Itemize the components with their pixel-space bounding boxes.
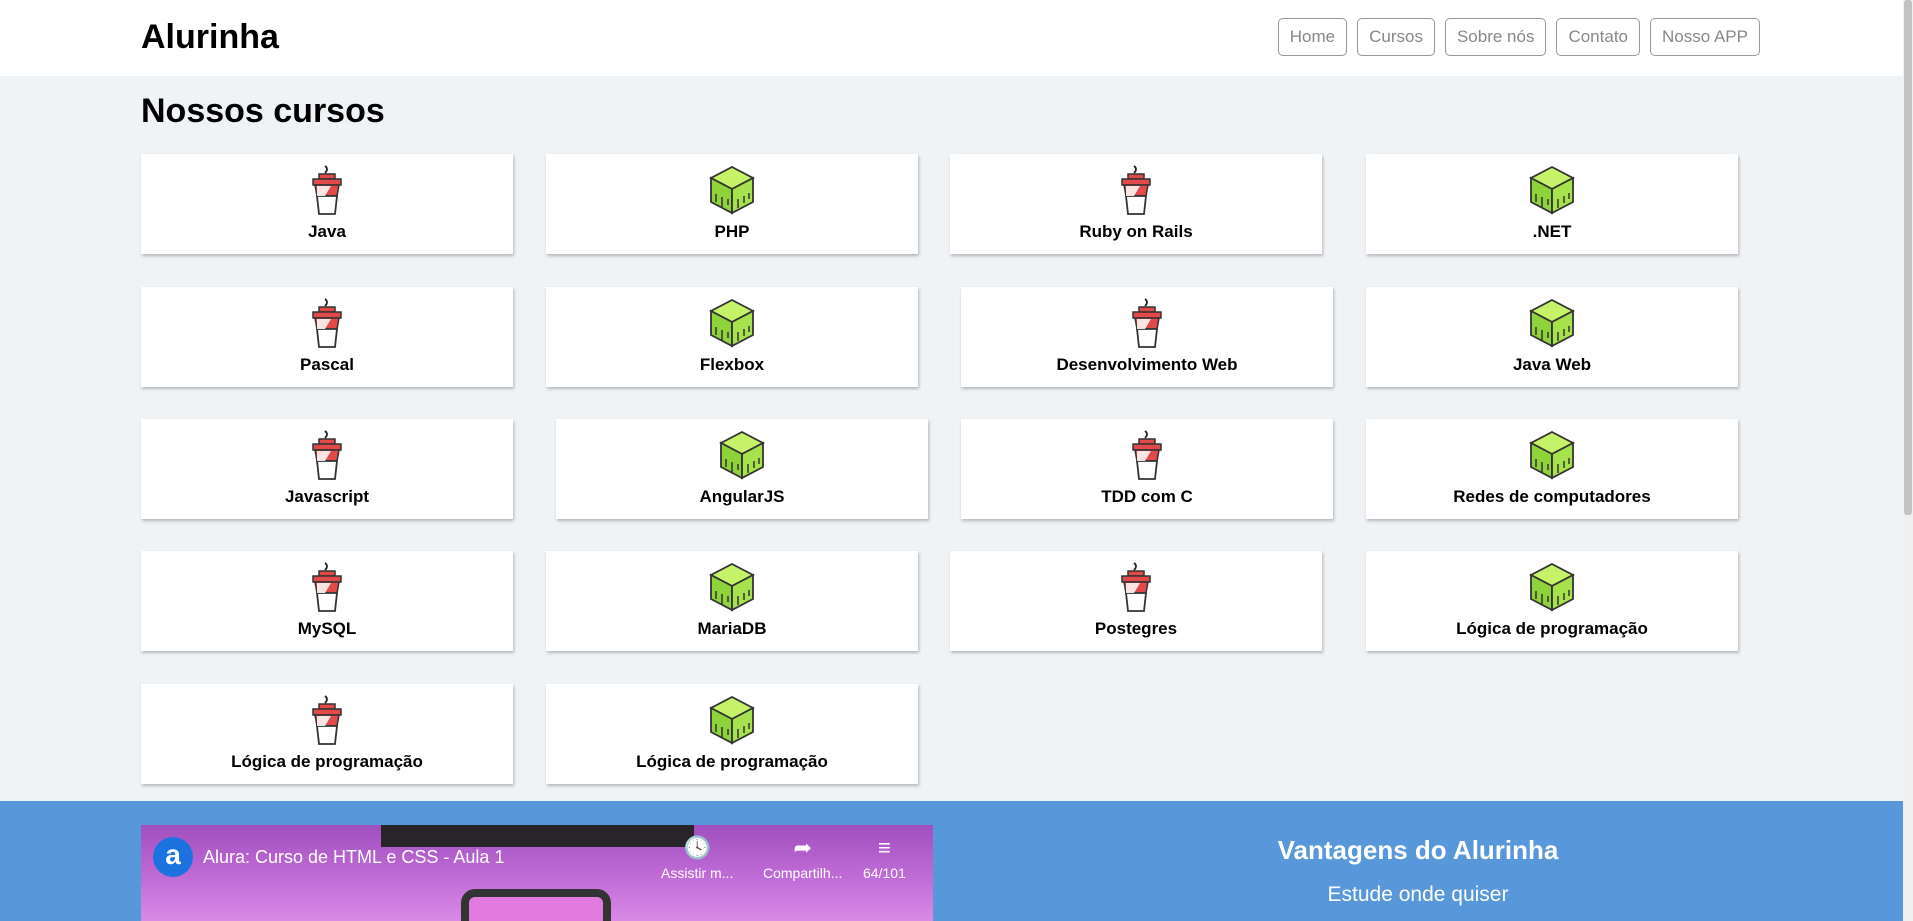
scrollbar-thumb[interactable]	[1904, 0, 1912, 515]
course-name: Java	[308, 222, 346, 241]
course-name: Flexbox	[699, 355, 765, 374]
course-card[interactable]: Redes de computadores	[1366, 419, 1738, 519]
course-name: AngularJS	[699, 487, 785, 506]
course-name: Pascal	[300, 355, 354, 374]
course-card[interactable]: Java Web	[1366, 287, 1738, 387]
coffee-cup-icon	[1112, 164, 1160, 216]
channel-logo[interactable]: a	[153, 837, 193, 877]
coffee-cup-icon	[1112, 561, 1160, 613]
course-card[interactable]: Java	[141, 154, 513, 254]
share-label: Compartilh...	[763, 865, 843, 881]
course-name: Ruby on Rails	[1079, 222, 1193, 241]
site-header: Alurinha Home Cursos Sobre nós Contato N…	[0, 0, 1903, 76]
course-name: MariaDB	[697, 619, 767, 638]
course-name: Postegres	[1094, 619, 1178, 638]
course-card[interactable]: MariaDB	[546, 551, 918, 651]
site-logo[interactable]: Alurinha	[141, 18, 279, 57]
green-cube-icon	[1528, 561, 1576, 613]
course-name: PHP	[714, 222, 750, 241]
course-card[interactable]: Lógica de programação	[1366, 551, 1738, 651]
course-card[interactable]: Postegres	[950, 551, 1322, 651]
advantages-subtitle: Estude onde quiser	[1327, 883, 1509, 906]
page-scrollbar[interactable]	[1903, 0, 1913, 921]
course-name: TDD com C	[1101, 487, 1193, 506]
course-card[interactable]: Pascal	[141, 287, 513, 387]
clock-icon: 🕓	[683, 835, 711, 860]
playlist-count: 64/101	[863, 865, 906, 881]
coffee-cup-icon	[303, 561, 351, 613]
green-cube-icon	[1528, 297, 1576, 349]
video-title[interactable]: Alura: Curso de HTML e CSS - Aula 1	[203, 847, 504, 868]
playlist-icon: ≡	[877, 835, 891, 860]
course-card[interactable]: Desenvolvimento Web	[961, 287, 1333, 387]
course-card[interactable]: TDD com C	[961, 419, 1333, 519]
coffee-cup-icon	[1123, 297, 1171, 349]
coffee-cup-icon	[303, 164, 351, 216]
watch-later-label: Assistir m...	[661, 865, 734, 881]
course-name: MySQL	[297, 619, 357, 638]
course-name: Redes de computadores	[1453, 487, 1651, 506]
green-cube-icon	[718, 429, 766, 481]
nav-contato[interactable]: Contato	[1556, 18, 1640, 56]
course-name: Lógica de programação	[231, 752, 423, 771]
coffee-cup-icon	[1123, 429, 1171, 481]
main-nav: Home Cursos Sobre nós Contato Nosso APP	[1277, 18, 1760, 56]
course-card[interactable]: PHP	[546, 154, 918, 254]
green-cube-icon	[708, 694, 756, 746]
video-top-bar	[381, 825, 694, 847]
nav-home[interactable]: Home	[1277, 18, 1348, 56]
green-cube-icon	[1528, 429, 1576, 481]
nav-nosso-app[interactable]: Nosso APP	[1650, 18, 1760, 56]
course-name: Javascript	[284, 487, 370, 506]
share-icon: ➦	[793, 835, 812, 860]
course-card[interactable]: Lógica de programação	[141, 684, 513, 784]
nav-cursos[interactable]: Cursos	[1357, 18, 1435, 56]
course-card[interactable]: .NET	[1366, 154, 1738, 254]
course-card[interactable]: Lógica de programação	[546, 684, 918, 784]
video-embed[interactable]: a Alura: Curso de HTML e CSS - Aula 1 🕓 …	[141, 825, 933, 921]
course-name: .NET	[1532, 222, 1572, 241]
course-name: Lógica de programação	[636, 752, 828, 771]
green-cube-icon	[708, 164, 756, 216]
playlist-button[interactable]: ≡ 64/101	[863, 835, 906, 881]
green-cube-icon	[708, 561, 756, 613]
green-cube-icon	[1528, 164, 1576, 216]
watch-later-button[interactable]: 🕓 Assistir m...	[661, 835, 733, 881]
video-thumbnail-device	[461, 889, 611, 921]
course-card[interactable]: MySQL	[141, 551, 513, 651]
course-name: Java Web	[1512, 355, 1592, 374]
course-card[interactable]: AngularJS	[556, 419, 928, 519]
page-title: Nossos cursos	[141, 92, 385, 130]
coffee-cup-icon	[303, 429, 351, 481]
share-button[interactable]: ➦ Compartilh...	[763, 835, 842, 881]
coffee-cup-icon	[303, 297, 351, 349]
green-cube-icon	[708, 297, 756, 349]
nav-sobre-nos[interactable]: Sobre nós	[1444, 18, 1547, 56]
course-name: Lógica de programação	[1456, 619, 1648, 638]
advantages-title: Vantagens do Alurinha	[1277, 835, 1559, 865]
bottom-section: a Alura: Curso de HTML e CSS - Aula 1 🕓 …	[0, 801, 1903, 921]
coffee-cup-icon	[303, 694, 351, 746]
course-card[interactable]: Flexbox	[546, 287, 918, 387]
course-card[interactable]: Javascript	[141, 419, 513, 519]
course-name: Desenvolvimento Web	[1056, 355, 1238, 374]
course-card[interactable]: Ruby on Rails	[950, 154, 1322, 254]
